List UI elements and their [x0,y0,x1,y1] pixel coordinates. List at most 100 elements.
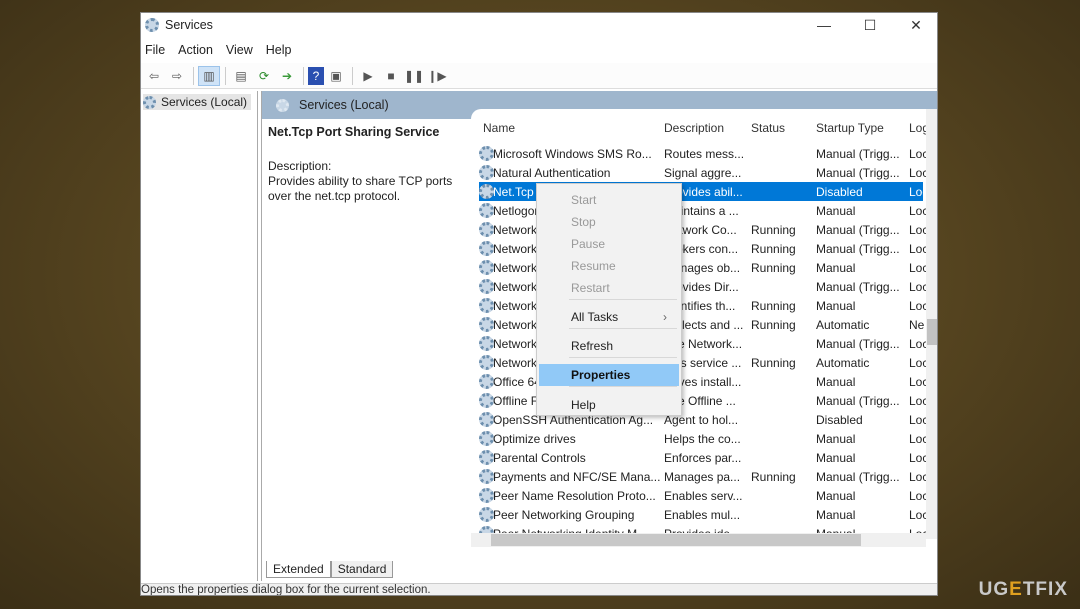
context-menu-refresh[interactable]: Refresh [539,335,679,357]
column-name[interactable]: Name [483,121,515,135]
status-bar: Opens the properties dialog box for the … [141,583,937,595]
context-menu-all-tasks[interactable]: All Tasks › [539,306,679,328]
service-gear-icon [479,355,494,370]
service-startup-type: Manual (Trigg... [816,469,900,484]
context-menu: Start Stop Pause Resume Restart All Tasks › Ref… [536,183,682,416]
description-text: Provides ability to share TCP ports over… [268,174,453,203]
service-status: Running [751,241,796,256]
service-startup-type: Manual (Trigg... [816,336,900,351]
tab-extended[interactable]: Extended [266,561,331,578]
service-startup-type: Automatic [816,317,870,332]
service-description: Enables mul... [664,507,741,522]
column-status[interactable]: Status [751,121,785,135]
context-menu-start[interactable]: Start [539,189,679,211]
service-startup-type: Manual [816,260,856,275]
service-description-panel: Net.Tcp Port Sharing Service Description… [268,125,468,204]
service-gear-icon [479,165,494,180]
column-startup-type[interactable]: Startup Type [816,121,884,135]
menu-action[interactable]: Action [178,43,213,57]
menu-help[interactable]: Help [266,43,292,57]
context-menu-pause[interactable]: Pause [539,233,679,255]
back-icon[interactable]: ⇦ [143,66,165,86]
service-name: Peer Name Resolution Proto... [493,488,656,503]
column-description[interactable]: Description [664,121,724,135]
service-gear-icon [479,317,494,332]
menu-separator [569,357,677,358]
service-startup-type: Manual [816,488,856,503]
service-gear-icon [479,184,494,199]
horizontal-scrollbar[interactable] [471,533,926,547]
tree-node-services-local[interactable]: Services (Local) [143,94,252,110]
menu-item-label: Restart [571,281,610,295]
service-name: Payments and NFC/SE Mana... [493,469,660,484]
pause-service-icon[interactable]: ❚❚ [403,66,425,86]
context-menu-properties[interactable]: Properties [539,364,679,386]
services-icon [143,95,156,109]
service-startup-type: Automatic [816,355,870,370]
service-status: Running [751,469,796,484]
service-status: Running [751,260,796,275]
menu-separator [569,386,677,387]
service-row[interactable]: Parental Controls Enforces par... Manual Lo… [479,448,928,467]
menu-item-label: Stop [571,215,596,229]
context-menu-stop[interactable]: Stop [539,211,679,233]
service-gear-icon [479,450,494,465]
service-startup-type: Manual [816,203,856,218]
show-action-pane-icon[interactable]: ▣ [325,66,347,86]
menu-item-label: Pause [571,237,606,251]
service-gear-icon [479,374,494,389]
service-startup-type: Manual [816,298,856,313]
service-row[interactable]: Peer Name Resolution Proto... Enables ser… [479,486,928,505]
menu-item-label: Resume [571,259,616,273]
menu-view[interactable]: View [226,43,253,57]
vertical-scrollbar[interactable] [926,109,937,539]
show-hide-console-tree-icon[interactable]: ▥ [198,65,220,86]
restart-service-icon[interactable]: ❙▶ [426,66,448,86]
service-gear-icon [479,488,494,503]
menu-separator [569,299,677,300]
service-status: Running [751,222,796,237]
service-status: Running [751,298,796,313]
menu-file[interactable]: File [145,43,165,57]
maximize-button[interactable]: ☐ [847,13,893,37]
forward-icon[interactable]: ⇨ [166,66,188,86]
service-row[interactable]: Microsoft Windows SMS Ro... Routes mess..… [479,144,928,163]
start-service-icon[interactable]: ▶ [357,66,379,86]
context-menu-restart[interactable]: Restart [539,277,679,299]
scrollbar-thumb[interactable] [491,534,861,546]
minimize-button[interactable]: — [801,13,847,37]
service-description: Manages pa... [664,469,741,484]
menu-item-label: All Tasks [571,310,619,324]
console-tree: Services (Local) [141,91,258,581]
service-startup-type: Manual (Trigg... [816,146,900,161]
context-menu-help[interactable]: Help [539,394,679,416]
tab-standard[interactable]: Standard [330,561,394,578]
context-menu-resume[interactable]: Resume [539,255,679,277]
service-description: Signal aggre... [664,165,742,180]
help-icon[interactable]: ? [308,66,324,85]
menu-item-label: Refresh [571,339,614,353]
properties-icon[interactable]: ▤ [230,66,252,86]
services-icon [276,98,289,112]
watermark-logo: UGETFIX [978,579,1068,600]
export-list-icon[interactable]: ➔ [276,66,298,86]
service-description: Enforces par... [664,450,742,465]
service-row[interactable]: Optimize drives Helps the co... Manual Loc [479,429,928,448]
service-gear-icon [479,393,494,408]
service-row[interactable]: Natural Authentication Signal aggre... Man… [479,163,928,182]
submenu-arrow-icon: › [663,310,667,324]
scrollbar-thumb[interactable] [927,319,937,345]
service-startup-type: Manual (Trigg... [816,165,900,180]
stop-service-icon[interactable]: ■ [380,66,402,86]
service-title: Net.Tcp Port Sharing Service [268,125,440,139]
refresh-icon[interactable]: ⟳ [253,66,275,86]
service-gear-icon [479,222,494,237]
service-row[interactable]: Payments and NFC/SE Mana... Manages pa...… [479,467,928,486]
close-button[interactable]: ✕ [893,13,937,37]
service-gear-icon [479,431,494,446]
service-startup-type: Manual [816,450,856,465]
service-gear-icon [479,241,494,256]
service-startup-type: Manual (Trigg... [816,279,900,294]
service-row[interactable]: Peer Networking Grouping Enables mul... Ma… [479,505,928,524]
service-startup-type: Manual [816,374,856,389]
